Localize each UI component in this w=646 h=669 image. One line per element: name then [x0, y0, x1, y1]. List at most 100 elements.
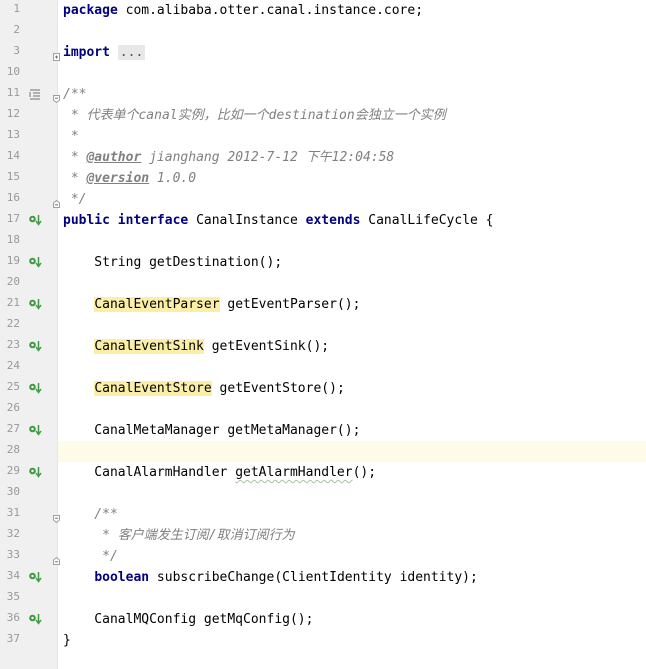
line-number[interactable]: 2 — [0, 23, 20, 36]
code-line[interactable]: 18 — [0, 231, 646, 252]
code-line[interactable]: 14 * @author jianghang 2012-7-12 下午12:04… — [0, 147, 646, 168]
code-line[interactable]: 15 * @version 1.0.0 — [0, 168, 646, 189]
code-text[interactable]: /** — [58, 504, 646, 525]
line-number[interactable]: 10 — [0, 65, 20, 78]
code-text[interactable]: */ — [58, 189, 646, 210]
line-number[interactable]: 22 — [0, 317, 20, 330]
code-text[interactable] — [58, 399, 646, 420]
code-text[interactable] — [58, 588, 646, 609]
code-line[interactable]: 1 package com.alibaba.otter.canal.instanc… — [0, 0, 646, 21]
code-line[interactable]: 21 CanalEventParser getEventParser(); — [0, 294, 646, 315]
code-line[interactable]: 33 */ — [0, 546, 646, 567]
code-text[interactable] — [58, 231, 646, 252]
code-line[interactable]: 29 CanalAlarmHandler getAlarmHandler(); — [0, 462, 646, 483]
implemented-down-icon[interactable] — [28, 297, 42, 311]
folded-imports-placeholder[interactable]: ... — [117, 45, 146, 60]
code-text[interactable]: CanalEventParser getEventParser(); — [58, 294, 646, 315]
implemented-down-icon[interactable] — [28, 381, 42, 395]
code-line[interactable]: 10 — [0, 63, 646, 84]
implemented-down-icon[interactable] — [28, 570, 42, 584]
implemented-down-icon[interactable] — [28, 465, 42, 479]
code-line[interactable]: 11 /** — [0, 84, 646, 105]
code-line[interactable]: 27 CanalMetaManager getMetaManager(); — [0, 420, 646, 441]
code-line[interactable]: 28 — [0, 441, 646, 462]
line-number[interactable]: 30 — [0, 485, 20, 498]
line-number[interactable]: 37 — [0, 632, 20, 645]
code-text[interactable]: * @author jianghang 2012-7-12 下午12:04:58 — [58, 147, 646, 168]
line-number[interactable]: 19 — [0, 254, 20, 267]
code-line[interactable]: 24 — [0, 357, 646, 378]
code-text[interactable]: CanalAlarmHandler getAlarmHandler(); — [58, 462, 646, 483]
implemented-down-icon[interactable] — [28, 213, 42, 227]
line-number[interactable]: 17 — [0, 212, 20, 225]
code-text[interactable]: * — [58, 126, 646, 147]
line-number[interactable]: 33 — [0, 548, 20, 561]
code-text[interactable]: CanalMetaManager getMetaManager(); — [58, 420, 646, 441]
line-number[interactable]: 27 — [0, 422, 20, 435]
line-number[interactable]: 34 — [0, 569, 20, 582]
code-line[interactable]: 37} — [0, 630, 646, 651]
code-line[interactable]: 16 */ — [0, 189, 646, 210]
code-text[interactable] — [58, 21, 646, 42]
code-line[interactable]: 30 — [0, 483, 646, 504]
code-text[interactable]: * 代表单个canal实例，比如一个destination会独立一个实例 — [58, 105, 646, 126]
code-line[interactable]: 19 String getDestination(); — [0, 252, 646, 273]
code-text[interactable]: CanalEventStore getEventStore(); — [58, 378, 646, 399]
implemented-down-icon[interactable] — [28, 612, 42, 626]
line-number[interactable]: 1 — [0, 2, 20, 15]
line-number[interactable]: 31 — [0, 506, 20, 519]
line-number[interactable]: 3 — [0, 44, 20, 57]
code-line[interactable]: 2 — [0, 21, 646, 42]
code-text[interactable]: String getDestination(); — [58, 252, 646, 273]
line-number[interactable]: 23 — [0, 338, 20, 351]
line-number[interactable]: 11 — [0, 86, 20, 99]
code-line[interactable]: 22 — [0, 315, 646, 336]
code-line[interactable]: 26 — [0, 399, 646, 420]
line-number[interactable]: 15 — [0, 170, 20, 183]
line-number[interactable]: 36 — [0, 611, 20, 624]
code-line[interactable]: 20 — [0, 273, 646, 294]
line-number[interactable]: 28 — [0, 443, 20, 456]
line-number[interactable]: 29 — [0, 464, 20, 477]
line-number[interactable]: 26 — [0, 401, 20, 414]
code-line[interactable]: 23 CanalEventSink getEventSink(); — [0, 336, 646, 357]
code-line[interactable]: 12 * 代表单个canal实例，比如一个destination会独立一个实例 — [0, 105, 646, 126]
line-number[interactable]: 16 — [0, 191, 20, 204]
code-text[interactable]: public interface CanalInstance extends C… — [58, 210, 646, 231]
code-line[interactable]: 32 * 客户端发生订阅/取消订阅行为 — [0, 525, 646, 546]
code-text[interactable] — [58, 273, 646, 294]
implemented-down-icon[interactable] — [28, 423, 42, 437]
code-text[interactable] — [58, 483, 646, 504]
code-text[interactable]: } — [58, 630, 646, 651]
code-line[interactable]: 34 boolean subscribeChange(ClientIdentit… — [0, 567, 646, 588]
code-line[interactable]: 13 * — [0, 126, 646, 147]
code-text[interactable]: * @version 1.0.0 — [58, 168, 646, 189]
line-number[interactable]: 20 — [0, 275, 20, 288]
line-number[interactable]: 12 — [0, 107, 20, 120]
implemented-down-icon[interactable] — [28, 339, 42, 353]
code-line[interactable]: 3 import ... — [0, 42, 646, 63]
code-line[interactable]: 35 — [0, 588, 646, 609]
code-line[interactable]: 31 /** — [0, 504, 646, 525]
code-text[interactable] — [58, 315, 646, 336]
line-number[interactable]: 21 — [0, 296, 20, 309]
line-number[interactable]: 35 — [0, 590, 20, 603]
code-line[interactable]: 36 CanalMQConfig getMqConfig(); — [0, 609, 646, 630]
code-line[interactable]: 17 public interface CanalInstance extends… — [0, 210, 646, 231]
code-text[interactable]: CanalEventSink getEventSink(); — [58, 336, 646, 357]
code-editor[interactable]: 1 package com.alibaba.otter.canal.instanc… — [0, 0, 646, 669]
code-text[interactable]: * 客户端发生订阅/取消订阅行为 — [58, 525, 646, 546]
implemented-down-icon[interactable] — [28, 255, 42, 269]
line-number[interactable]: 14 — [0, 149, 20, 162]
line-number[interactable]: 18 — [0, 233, 20, 246]
line-number[interactable]: 13 — [0, 128, 20, 141]
line-number[interactable]: 32 — [0, 527, 20, 540]
code-text[interactable] — [58, 357, 646, 378]
line-number[interactable]: 24 — [0, 359, 20, 372]
code-text[interactable] — [58, 441, 646, 462]
code-text[interactable]: /** — [58, 84, 646, 105]
code-text[interactable] — [58, 63, 646, 84]
code-text[interactable]: package com.alibaba.otter.canal.instance… — [58, 0, 646, 21]
render-doc-icon[interactable] — [28, 87, 42, 101]
code-text[interactable]: */ — [58, 546, 646, 567]
